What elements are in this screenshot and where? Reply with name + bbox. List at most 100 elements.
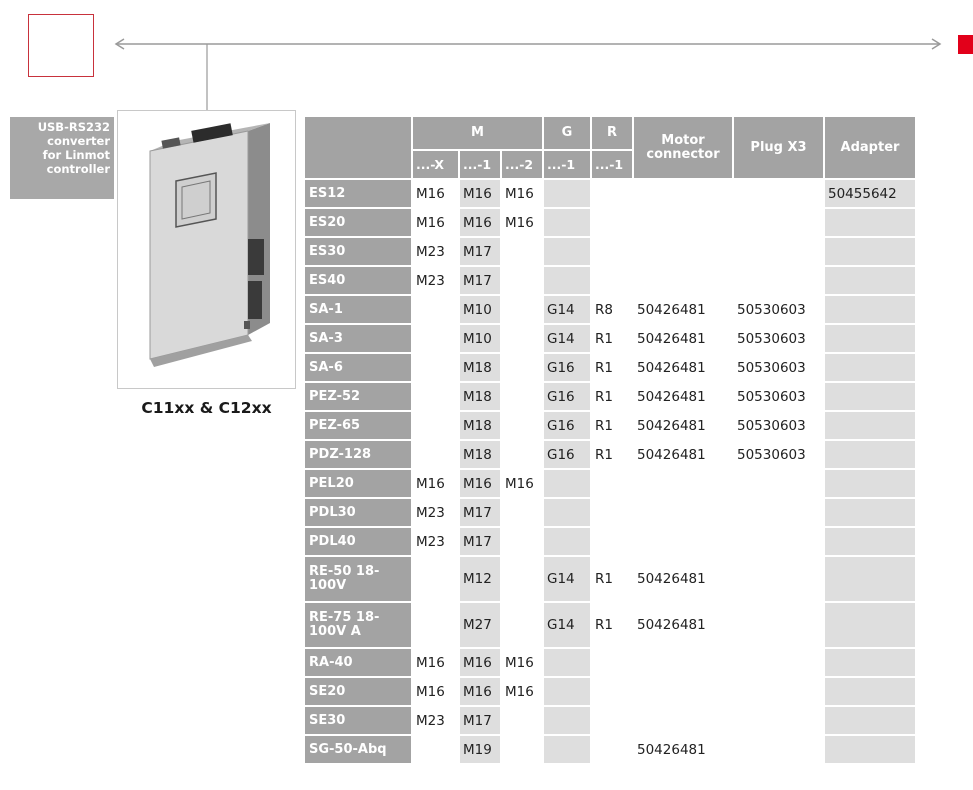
cell-adapter xyxy=(825,649,915,676)
cell-m1: M16 xyxy=(460,649,500,676)
cell-motor: 50426481 xyxy=(634,736,732,763)
table-row: ES20 M16 M16 M16 xyxy=(305,209,915,236)
cell-g1 xyxy=(544,209,590,236)
cell-plug: 50530603 xyxy=(734,383,823,410)
cell-motor: 50426481 xyxy=(634,296,732,323)
cell-plug xyxy=(734,707,823,734)
cell-mx xyxy=(413,354,458,381)
cell-adapter xyxy=(825,603,915,647)
cell-motor xyxy=(634,678,732,705)
cell-adapter xyxy=(825,441,915,468)
cell-mx: M23 xyxy=(413,499,458,526)
cell-motor xyxy=(634,238,732,265)
subheader-m-2: ...-2 xyxy=(502,151,542,178)
cell-m2 xyxy=(502,325,542,352)
cell-g1 xyxy=(544,528,590,555)
cell-g1: G14 xyxy=(544,296,590,323)
cell-mx: M23 xyxy=(413,238,458,265)
cell-mx xyxy=(413,603,458,647)
cell-adapter xyxy=(825,557,915,601)
cell-r1 xyxy=(592,180,632,207)
table-row: PEZ-52 M18 G16 R1 50426481 50530603 xyxy=(305,383,915,410)
cell-m2: M16 xyxy=(502,470,542,497)
cell-mx: M23 xyxy=(413,528,458,555)
table-row: SE20 M16 M16 M16 xyxy=(305,678,915,705)
cell-mx xyxy=(413,412,458,439)
cell-mx: M23 xyxy=(413,267,458,294)
cell-r1: R8 xyxy=(592,296,632,323)
table-row: SG-50-Abq M19 50426481 xyxy=(305,736,915,763)
row-label: RE-75 18-100V A xyxy=(305,603,411,647)
cell-r1: R1 xyxy=(592,603,632,647)
cell-m1: M17 xyxy=(460,267,500,294)
cell-r1: R1 xyxy=(592,441,632,468)
cell-adapter xyxy=(825,383,915,410)
cell-g1 xyxy=(544,267,590,294)
cell-motor xyxy=(634,707,732,734)
table-row: SA-3 M10 G14 R1 50426481 50530603 xyxy=(305,325,915,352)
cell-m2: M16 xyxy=(502,180,542,207)
subheader-g-1: ...-1 xyxy=(544,151,590,178)
cell-r1 xyxy=(592,209,632,236)
cell-r1: R1 xyxy=(592,354,632,381)
cell-r1: R1 xyxy=(592,383,632,410)
cell-g1: G16 xyxy=(544,354,590,381)
header-g: G xyxy=(544,117,590,149)
connection-arrow xyxy=(114,38,942,110)
cell-m1: M17 xyxy=(460,707,500,734)
side-label-line: converter xyxy=(47,134,110,148)
usb-converter-label: USB-RS232 converter for Linmot controlle… xyxy=(10,117,114,199)
cell-m2 xyxy=(502,603,542,647)
row-label: ES30 xyxy=(305,238,411,265)
side-label-line: for Linmot xyxy=(42,148,110,162)
cell-g1: G16 xyxy=(544,441,590,468)
cell-motor xyxy=(634,528,732,555)
cell-plug: 50530603 xyxy=(734,441,823,468)
cell-r1 xyxy=(592,736,632,763)
table-row: PDL30 M23 M17 xyxy=(305,499,915,526)
cell-plug: 50530603 xyxy=(734,325,823,352)
cell-m2 xyxy=(502,354,542,381)
product-caption: C11xx & C12xx xyxy=(141,399,272,417)
table-row: SA-6 M18 G16 R1 50426481 50530603 xyxy=(305,354,915,381)
row-label: SE30 xyxy=(305,707,411,734)
cell-plug xyxy=(734,557,823,601)
cell-m1: M16 xyxy=(460,209,500,236)
subheader-m-1: ...-1 xyxy=(460,151,500,178)
cell-adapter xyxy=(825,325,915,352)
table-row: ES30 M23 M17 xyxy=(305,238,915,265)
cell-plug xyxy=(734,649,823,676)
cell-m1: M27 xyxy=(460,603,500,647)
cell-adapter xyxy=(825,267,915,294)
cell-g1 xyxy=(544,238,590,265)
cell-m2: M16 xyxy=(502,678,542,705)
cell-adapter xyxy=(825,528,915,555)
cell-mx xyxy=(413,736,458,763)
table-row: RE-50 18-100V M12 G14 R1 50426481 xyxy=(305,557,915,601)
cell-plug xyxy=(734,470,823,497)
cell-plug: 50530603 xyxy=(734,412,823,439)
table-row: RA-40 M16 M16 M16 xyxy=(305,649,915,676)
cell-mx: M23 xyxy=(413,707,458,734)
cell-g1 xyxy=(544,649,590,676)
table-row: ES40 M23 M17 xyxy=(305,267,915,294)
header-adapter: Adapter xyxy=(825,117,915,178)
cell-m1: M17 xyxy=(460,499,500,526)
cell-motor: 50426481 xyxy=(634,325,732,352)
controller-device-image xyxy=(149,123,270,367)
row-label: SG-50-Abq xyxy=(305,736,411,763)
cell-m2: M16 xyxy=(502,649,542,676)
cell-mx xyxy=(413,441,458,468)
cell-mx xyxy=(413,557,458,601)
cell-m1: M18 xyxy=(460,441,500,468)
cell-r1 xyxy=(592,238,632,265)
table-body: ES12 M16 M16 M16 50455642 ES20 M16 M16 M16 ES30 M2… xyxy=(305,180,915,763)
table-row: ES12 M16 M16 M16 50455642 xyxy=(305,180,915,207)
cell-g1 xyxy=(544,499,590,526)
cell-mx: M16 xyxy=(413,180,458,207)
cell-r1 xyxy=(592,528,632,555)
cell-adapter xyxy=(825,678,915,705)
cell-r1 xyxy=(592,649,632,676)
red-marker xyxy=(958,35,973,54)
cell-g1 xyxy=(544,470,590,497)
